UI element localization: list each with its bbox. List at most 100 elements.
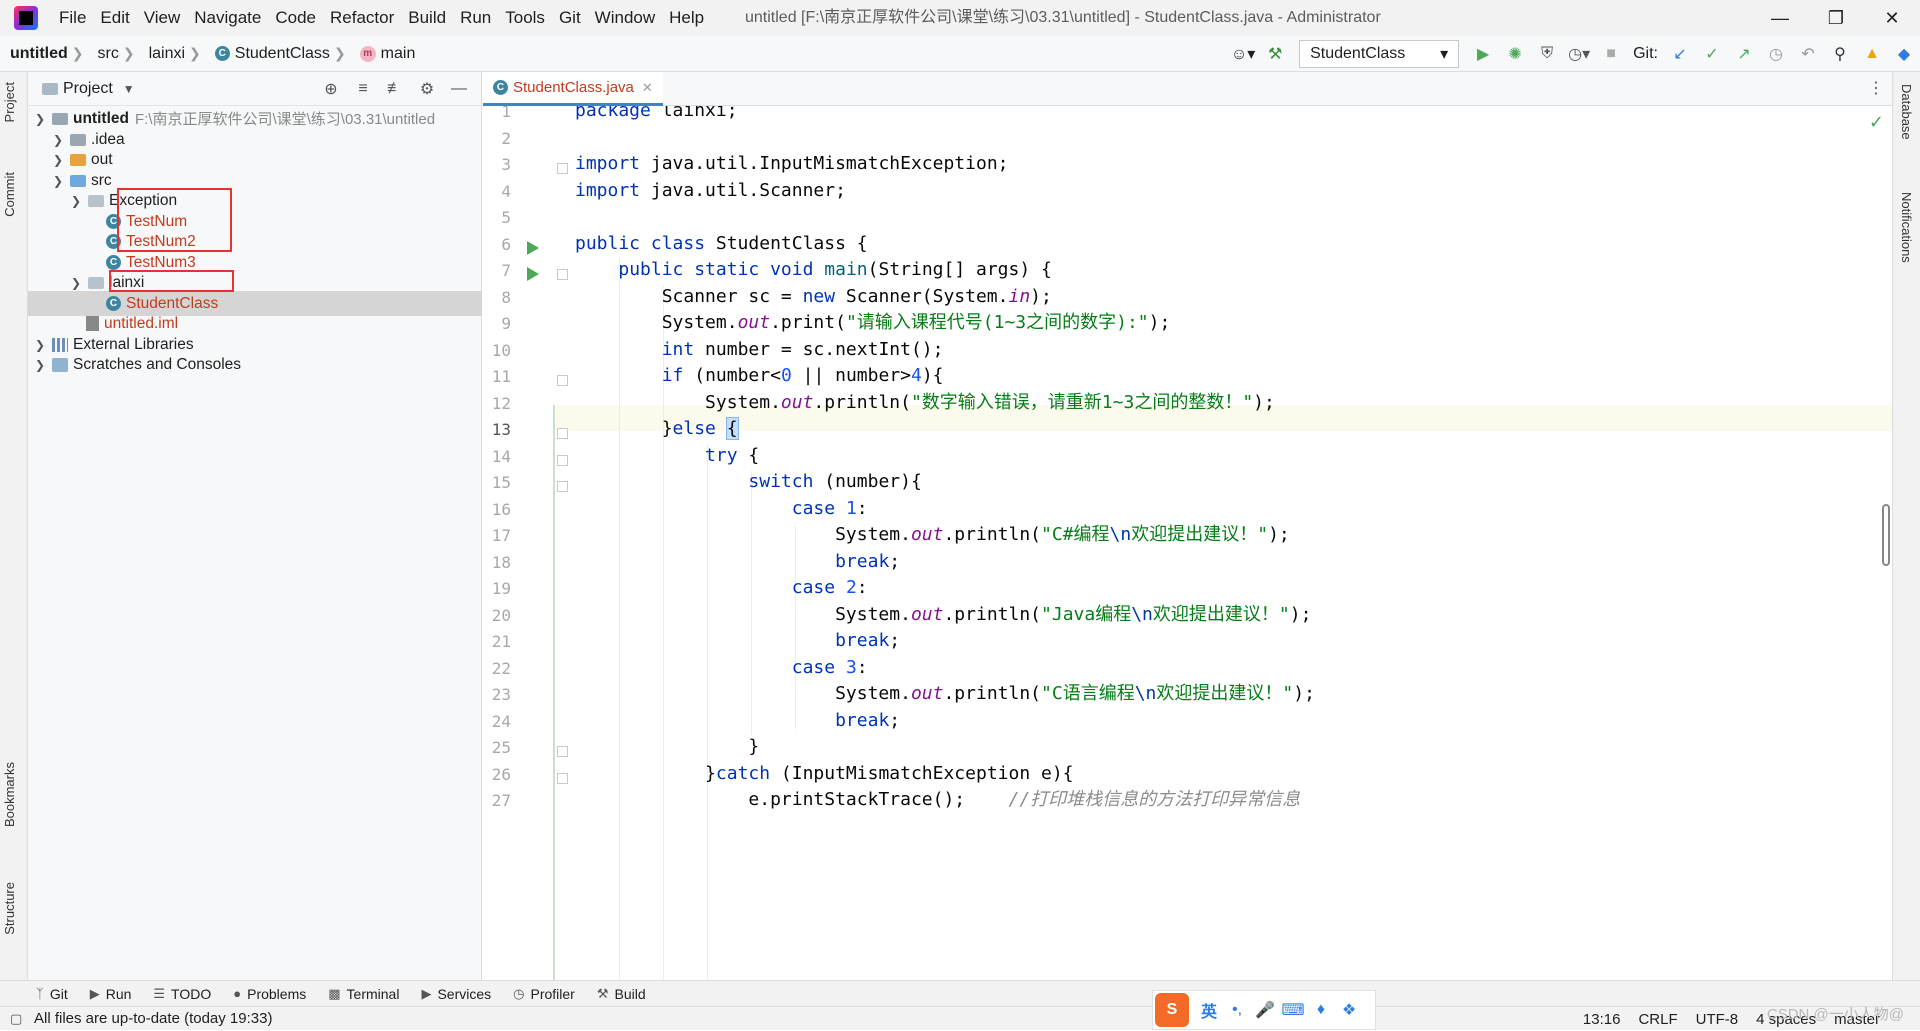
- tool-tab-commit[interactable]: Commit: [2, 172, 17, 217]
- caret-position[interactable]: 13:16: [1583, 1011, 1621, 1028]
- chevron-right-icon[interactable]: ❯: [50, 133, 66, 147]
- user-icon[interactable]: ☺▾: [1227, 36, 1259, 72]
- git-update-icon[interactable]: ↙: [1664, 36, 1696, 72]
- restore-button[interactable]: ❐: [1808, 0, 1864, 36]
- run-gutter-icon[interactable]: [527, 240, 539, 255]
- locate-icon[interactable]: ⊕: [315, 79, 347, 99]
- keyboard-icon[interactable]: ⌨: [1279, 1000, 1307, 1020]
- expand-all-icon[interactable]: ≡: [347, 80, 379, 98]
- menu-git[interactable]: Git: [552, 0, 588, 36]
- menu-run[interactable]: Run: [453, 0, 498, 36]
- chevron-down-icon[interactable]: ❯: [32, 112, 48, 126]
- todo-list-icon: ☰: [153, 985, 166, 1001]
- run-gutter-icon[interactable]: [527, 267, 539, 281]
- search-icon[interactable]: ⚲: [1824, 36, 1856, 72]
- breadcrumb-src[interactable]: src ❯: [88, 45, 139, 63]
- tool-tab-project[interactable]: Project: [2, 82, 17, 122]
- tree-item-scratches[interactable]: ❯ Scratches and Consoles: [28, 352, 482, 377]
- inspection-ok-icon[interactable]: ✓: [1869, 112, 1884, 133]
- hide-panel-icon[interactable]: —: [443, 80, 475, 98]
- hammer-build-icon[interactable]: ⚒: [1259, 36, 1291, 72]
- git-commit-icon[interactable]: ✓: [1696, 36, 1728, 72]
- status-message[interactable]: All files are up-to-date (today 19:33): [34, 1010, 272, 1027]
- history-icon[interactable]: ◷: [1760, 36, 1792, 72]
- fold-marker-icon[interactable]: [557, 375, 568, 386]
- menu-build[interactable]: Build: [401, 0, 453, 36]
- update-icon[interactable]: ▲: [1856, 36, 1888, 72]
- tool-todo[interactable]: ☰ TODO: [153, 986, 211, 1002]
- menu-code[interactable]: Code: [268, 0, 323, 36]
- tool-label: TODO: [171, 985, 212, 1002]
- chevron-down-icon[interactable]: ❯: [68, 276, 84, 290]
- tool-tab-database[interactable]: Database: [1899, 84, 1914, 140]
- breadcrumb-class[interactable]: C StudentClass ❯: [205, 45, 350, 63]
- chevron-down-icon[interactable]: ❯: [68, 194, 84, 208]
- close-icon[interactable]: ✕: [642, 80, 653, 96]
- tool-tab-notifications[interactable]: Notifications: [1899, 192, 1914, 263]
- chevron-right-icon[interactable]: ❯: [32, 338, 48, 352]
- fold-marker-icon[interactable]: [557, 746, 568, 757]
- stop-icon[interactable]: ■: [1595, 36, 1627, 72]
- breadcrumb-method[interactable]: m main: [350, 45, 420, 63]
- debug-icon[interactable]: ✺: [1499, 36, 1531, 72]
- menu-file[interactable]: File: [52, 0, 93, 36]
- fold-marker-icon[interactable]: [557, 772, 568, 784]
- tool-git[interactable]: ᛉ Git: [36, 986, 68, 1002]
- fold-marker-icon[interactable]: [557, 481, 568, 492]
- menu-navigate[interactable]: Navigate: [187, 0, 268, 36]
- chevron-right-icon[interactable]: ❯: [32, 358, 48, 372]
- tool-run[interactable]: ▶ Run: [90, 986, 132, 1002]
- line-number: 18: [491, 552, 511, 572]
- project-panel-title[interactable]: Project: [63, 80, 113, 98]
- tool-tab-structure[interactable]: Structure: [2, 882, 17, 935]
- tool-profiler[interactable]: ◷ Profiler: [513, 986, 575, 1002]
- fold-marker-icon[interactable]: [557, 269, 568, 280]
- gear-icon[interactable]: ⚙: [411, 79, 443, 99]
- breadcrumb-label: src: [97, 44, 119, 62]
- toolbox-icon[interactable]: ❖: [1335, 1000, 1363, 1020]
- run-config-select[interactable]: StudentClass ▾: [1299, 40, 1460, 68]
- coverage-icon[interactable]: ⛨: [1531, 36, 1563, 72]
- menu-window[interactable]: Window: [588, 0, 662, 36]
- editor-tab-studentclass[interactable]: C StudentClass.java ✕: [483, 72, 663, 106]
- editor-scrollbar[interactable]: [1882, 504, 1890, 566]
- collapse-all-icon[interactable]: ≢: [379, 80, 411, 98]
- chevron-down-icon[interactable]: ❯: [50, 174, 66, 188]
- menu-refactor[interactable]: Refactor: [323, 0, 401, 36]
- skin-icon[interactable]: ♦: [1307, 1001, 1335, 1019]
- fold-marker-icon[interactable]: [557, 454, 568, 466]
- chevron-down-icon[interactable]: ▼: [123, 82, 135, 96]
- chevron-right-icon[interactable]: ❯: [50, 153, 66, 167]
- close-window-button[interactable]: ✕: [1864, 0, 1920, 36]
- menu-edit[interactable]: Edit: [93, 0, 136, 36]
- line-number: 27: [491, 791, 511, 810]
- fold-marker-icon[interactable]: [557, 428, 568, 439]
- profile-icon[interactable]: ◷▾: [1563, 36, 1595, 72]
- plugin-logo-icon[interactable]: ◆: [1888, 36, 1920, 72]
- line-separator[interactable]: CRLF: [1638, 1011, 1677, 1028]
- microphone-icon[interactable]: 🎤: [1251, 1000, 1279, 1020]
- code-line-12: System.out.println("数字输入错误，请重新1~3之间的整数！"…: [575, 392, 1275, 413]
- ime-punctuation-toggle[interactable]: •,: [1223, 1001, 1251, 1019]
- tool-services[interactable]: ▶ Services: [421, 986, 491, 1002]
- menu-view[interactable]: View: [137, 0, 188, 36]
- tool-tab-bookmarks[interactable]: Bookmarks: [2, 762, 17, 827]
- ime-language-toggle[interactable]: 英: [1195, 998, 1223, 1022]
- code-editor[interactable]: 1 2 3 4 5 6 7 8 9 10 11 12 13 14 15 16 17 18 19 20 21 22 23 24 2…: [483, 106, 1892, 980]
- more-options-icon[interactable]: ⋮: [1868, 78, 1884, 98]
- run-icon[interactable]: ▶: [1467, 36, 1499, 72]
- breadcrumb-project[interactable]: untitled ❯: [0, 45, 88, 63]
- git-push-icon[interactable]: ↗: [1728, 36, 1760, 72]
- menu-help[interactable]: Help: [662, 0, 711, 36]
- menu-tools[interactable]: Tools: [498, 0, 552, 36]
- minimize-button[interactable]: —: [1752, 0, 1808, 36]
- rollback-icon[interactable]: ↶: [1792, 36, 1824, 72]
- status-toggle-icon[interactable]: ▢: [10, 1011, 22, 1027]
- file-encoding[interactable]: UTF-8: [1696, 1011, 1739, 1028]
- tool-terminal[interactable]: ▩ Terminal: [328, 986, 399, 1002]
- fold-marker-icon[interactable]: [557, 163, 568, 174]
- breadcrumb-package[interactable]: lainxi ❯: [139, 45, 205, 63]
- tool-build[interactable]: ⚒ Build: [597, 986, 646, 1002]
- sogou-logo-icon[interactable]: S: [1155, 993, 1189, 1027]
- tool-problems[interactable]: ● Problems: [233, 986, 306, 1002]
